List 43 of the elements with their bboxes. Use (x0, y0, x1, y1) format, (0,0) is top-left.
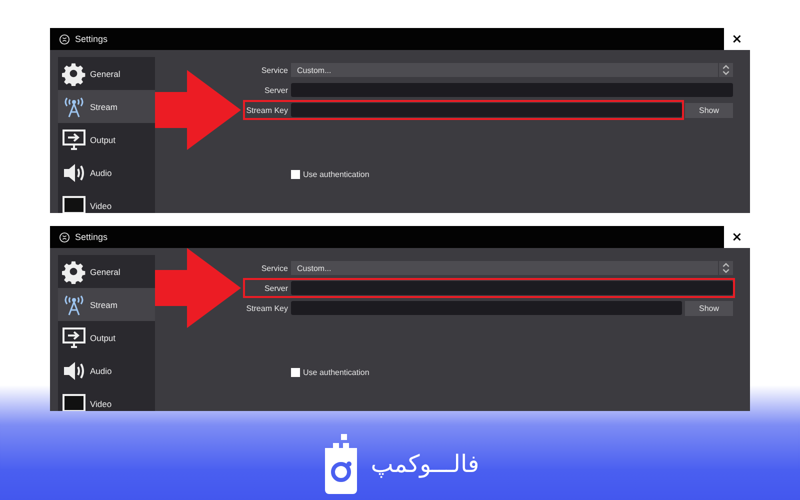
screen-icon (62, 392, 86, 411)
window-title: Settings (75, 232, 108, 242)
service-dropdown[interactable]: Custom... (291, 261, 733, 275)
field-label: Service (260, 66, 288, 74)
checkbox[interactable] (291, 368, 300, 377)
monitor-arrow-icon (62, 326, 86, 350)
brand-name: فالـــوکمپ (370, 450, 480, 478)
show-button[interactable]: Show (685, 102, 733, 118)
checkbox[interactable] (291, 170, 300, 179)
sidebar-item[interactable]: General (58, 57, 155, 90)
text-field[interactable] (291, 103, 682, 117)
checkbox-label: Use authentication (303, 368, 370, 377)
field-label: Service (260, 264, 288, 272)
sidebar-item[interactable]: Audio (58, 354, 155, 387)
text-field[interactable] (291, 83, 733, 97)
sidebar-item[interactable]: Output (58, 123, 155, 156)
antenna-icon (62, 94, 86, 118)
sidebar-item[interactable]: Audio (58, 156, 155, 189)
sidebar-item[interactable]: Output (58, 321, 155, 354)
window-title: Settings (75, 34, 108, 44)
close-button[interactable]: × (724, 28, 750, 50)
monitor-arrow-icon (62, 128, 86, 152)
checkbox-label: Use authentication (303, 170, 370, 179)
field-label: Stream Key (245, 304, 288, 312)
screen-icon (62, 194, 86, 213)
sidebar-item[interactable]: Video (58, 387, 155, 411)
text-field[interactable] (291, 301, 682, 315)
sidebar-item[interactable]: Video (58, 189, 155, 213)
app-logo-icon (59, 34, 70, 44)
sidebar-item[interactable]: General (58, 255, 155, 288)
antenna-icon (62, 292, 86, 316)
field-label: Server (263, 284, 288, 292)
sidebar-item[interactable]: Stream (58, 288, 155, 321)
close-button[interactable]: × (724, 226, 750, 248)
sidebar-item[interactable]: Stream (58, 90, 155, 123)
gear-icon (62, 62, 86, 86)
field-label: Stream Key (245, 106, 288, 114)
service-dropdown[interactable]: Custom... (291, 63, 733, 77)
app-logo-icon (59, 232, 70, 242)
gear-icon (62, 260, 86, 284)
show-button[interactable]: Show (685, 300, 733, 316)
field-label: Server (263, 86, 288, 94)
text-field[interactable] (291, 281, 733, 295)
